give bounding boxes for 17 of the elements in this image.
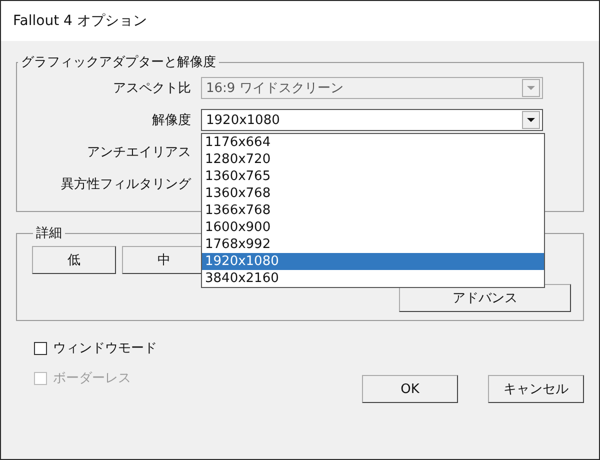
- checkbox-label: ウィンドウモード: [53, 340, 157, 357]
- group-legend: グラフィックアダプターと解像度: [18, 53, 219, 71]
- field-label: アンチエイリアス: [86, 144, 191, 161]
- caret-icon: [522, 111, 540, 129]
- caret-icon: [522, 79, 540, 97]
- field-label: アスペクト比: [112, 80, 191, 97]
- dialog-button[interactable]: キャンセル: [488, 375, 584, 403]
- quality-button[interactable]: 低: [32, 246, 116, 274]
- list-option[interactable]: 1920x1080: [202, 253, 544, 270]
- group-legend: 詳細: [33, 224, 65, 242]
- checkbox-label: ボーダーレス: [53, 370, 131, 387]
- dialog-button[interactable]: OK: [362, 375, 458, 403]
- field-label: 解像度: [151, 112, 191, 129]
- window-title: Fallout 4 オプション: [13, 12, 147, 30]
- dropdown[interactable]: 1920x1080: [201, 109, 543, 131]
- checkbox[interactable]: [34, 342, 47, 354]
- field-label: 異方性フィルタリング: [60, 176, 191, 193]
